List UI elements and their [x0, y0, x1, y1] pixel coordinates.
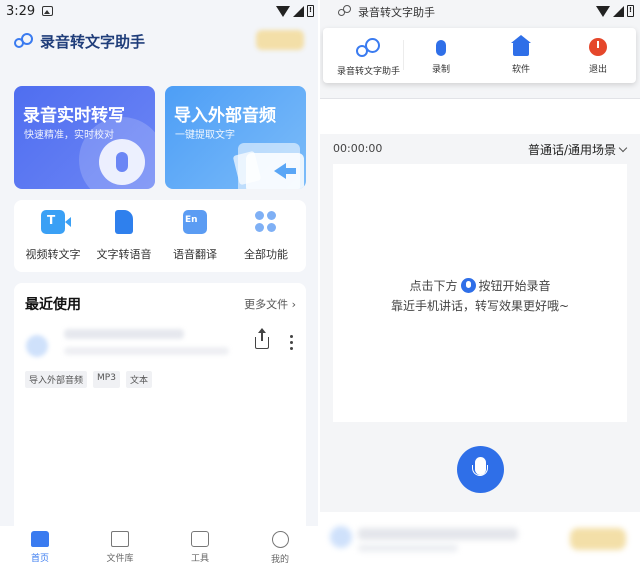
notification-controls: 录音转文字助手 录制 软件 退出	[323, 28, 636, 83]
wifi-icon	[276, 5, 290, 17]
tool-label: 全部功能	[244, 248, 288, 261]
menu-app[interactable]: 录音转文字助手	[337, 38, 400, 77]
file-type-icon	[26, 335, 48, 357]
tool-label: 文字转语音	[96, 248, 152, 261]
mic-icon	[460, 278, 476, 293]
file-tag: 导入外部音频	[25, 371, 88, 388]
tool-label: 语音翻译	[173, 248, 217, 261]
signal-icon	[613, 5, 624, 17]
app-logo-icon	[355, 38, 382, 58]
transcript-area: 点击下方 按钮开始录音 靠近手机讲话，转写效果更好哦~	[333, 164, 627, 422]
nav-label: 我的	[270, 555, 289, 565]
banner-icon	[330, 526, 352, 548]
nav-me[interactable]: 我的	[250, 531, 310, 565]
menu-label: 录制	[431, 65, 450, 75]
status-icons: !	[596, 5, 634, 17]
banner-text-redacted	[358, 528, 518, 540]
notification-app-title: 录音转文字助手	[358, 6, 435, 19]
menu-divider	[403, 40, 404, 70]
record-hint-line1: 点击下方 按钮开始录音	[333, 277, 627, 294]
bottom-nav: 首页 文件库 工具 我的	[0, 526, 320, 569]
more-files-link[interactable]: 更多文件 ›	[244, 296, 296, 312]
menu-software[interactable]: 软件	[509, 35, 533, 75]
tool-all-features[interactable]: 全部功能	[230, 210, 302, 262]
scene-label: 普通话/通用场景	[527, 143, 616, 157]
app-logo-icon	[14, 33, 34, 49]
menu-label: 录音转文字助手	[337, 67, 401, 77]
recent-title: 最近使用	[25, 297, 81, 313]
realtime-record-card[interactable]: 录音实时转写 快速精准，实时校对	[14, 86, 155, 189]
toolbar-band	[320, 98, 640, 134]
record-timer: 00:00:00	[333, 142, 383, 155]
nav-label: 首页	[30, 554, 49, 564]
home-icon	[31, 531, 49, 547]
profile-icon	[271, 531, 289, 548]
folder-icon	[111, 531, 129, 547]
status-time: 3:29	[6, 4, 36, 19]
record-button[interactable]	[457, 446, 504, 493]
toolbox-icon	[191, 531, 209, 547]
tool-text-to-speech[interactable]: 文字转语音	[88, 210, 160, 262]
recent-section: 最近使用 更多文件 › 导入外部音频 MP3 文本	[14, 283, 306, 543]
battery-icon: !	[627, 5, 634, 17]
tool-video-to-text[interactable]: 视频转文字	[17, 210, 89, 262]
image-notification-icon	[42, 6, 53, 16]
nav-tools[interactable]: 工具	[170, 531, 230, 564]
home-icon	[511, 35, 531, 56]
mic-icon	[116, 152, 128, 172]
status-bar: 录音转文字助手 !	[320, 0, 640, 24]
file-name-redacted[interactable]	[64, 329, 184, 339]
mic-icon	[436, 40, 446, 56]
banner-action-button[interactable]	[570, 528, 626, 550]
tool-voice-translate[interactable]: 语音翻译	[159, 210, 231, 262]
import-audio-title: 导入外部音频	[174, 106, 276, 126]
file-tag: MP3	[93, 371, 120, 388]
banner-subtext-redacted	[358, 544, 458, 552]
more-files-label: 更多文件	[244, 298, 289, 311]
chevron-down-icon	[618, 143, 628, 153]
status-bar: 3:29 !	[0, 0, 320, 24]
home-screen: 3:29 ! 录音转文字助手 录音实时转写 快速精准，实时校对 导入外部音频 一…	[0, 0, 320, 569]
file-tags: 导入外部音频 MP3 文本	[25, 371, 152, 388]
share-icon[interactable]	[255, 337, 269, 349]
vip-badge[interactable]	[256, 30, 304, 50]
bottom-banner-redacted	[320, 512, 640, 569]
power-icon	[589, 38, 607, 56]
import-audio-card[interactable]: 导入外部音频 一键提取文字	[165, 86, 306, 189]
hint-text-pre: 点击下方	[409, 279, 458, 293]
app-header: 录音转文字助手	[14, 26, 310, 56]
chevron-right-icon: ›	[291, 298, 296, 311]
tool-label: 视频转文字	[25, 248, 81, 261]
text-to-speech-icon	[115, 210, 133, 234]
video-to-text-icon	[41, 210, 65, 234]
menu-label: 软件	[511, 65, 530, 75]
app-title: 录音转文字助手	[40, 32, 146, 51]
menu-label: 退出	[588, 65, 607, 75]
menu-record[interactable]: 录制	[429, 38, 453, 75]
file-tag: 文本	[125, 371, 152, 388]
more-options-icon[interactable]	[290, 335, 294, 353]
nav-label: 文件库	[106, 554, 134, 564]
record-screen: 录音转文字助手 ! 录音转文字助手 录制 软件 退出 00:00:00 普通话/…	[320, 0, 640, 569]
tools-row: 视频转文字 文字转语音 语音翻译 全部功能	[14, 200, 306, 272]
battery-icon: !	[307, 5, 314, 17]
nav-label: 工具	[190, 554, 209, 564]
menu-exit[interactable]: 退出	[586, 38, 610, 75]
record-hint-line2: 靠近手机讲话，转写效果更好哦~	[390, 299, 570, 313]
import-arrow-icon	[274, 163, 286, 179]
signal-icon	[293, 5, 304, 17]
wifi-icon	[596, 5, 610, 17]
voice-translate-icon	[183, 210, 207, 234]
status-icons: !	[276, 5, 314, 17]
file-meta-redacted	[64, 347, 229, 355]
app-logo-icon	[338, 5, 352, 17]
scene-selector[interactable]: 普通话/通用场景	[527, 141, 628, 158]
all-features-icon	[254, 210, 278, 234]
import-audio-subtitle: 一键提取文字	[175, 130, 235, 141]
hint-text-post: 按钮开始录音	[478, 279, 551, 293]
nav-files[interactable]: 文件库	[90, 531, 150, 564]
nav-home[interactable]: 首页	[10, 531, 70, 564]
